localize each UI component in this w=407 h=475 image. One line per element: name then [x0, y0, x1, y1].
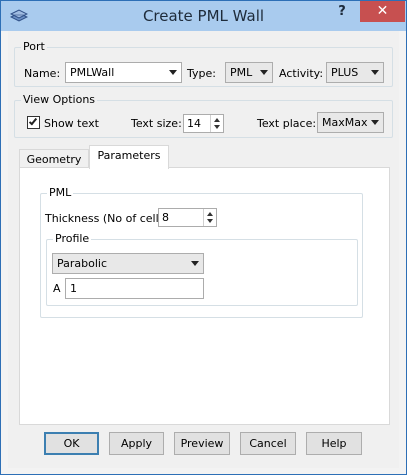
a-input[interactable]: 1: [65, 278, 204, 299]
activity-label: Activity:: [279, 67, 324, 80]
spin-up-icon[interactable]: [207, 212, 213, 216]
type-label: Type:: [187, 67, 216, 80]
preview-button[interactable]: Preview: [174, 432, 230, 455]
chevron-down-icon: [371, 120, 379, 125]
text-place-value: MaxMax: [322, 116, 368, 129]
pml-group-title: PML: [47, 186, 74, 199]
thickness-label: Thickness (No of cells): [45, 212, 169, 225]
a-label: A: [53, 282, 61, 295]
spin-up-icon[interactable]: [214, 118, 220, 122]
activity-value: PLUS: [331, 66, 359, 79]
text-size-spinbox[interactable]: 14: [183, 114, 224, 133]
spin-buttons[interactable]: [203, 209, 216, 226]
show-text-label[interactable]: Show text: [44, 117, 99, 130]
ok-button[interactable]: OK: [44, 432, 99, 455]
tab-parameters-label: Parameters: [97, 149, 161, 162]
profile-group: Profile Parabolic A 1: [46, 232, 358, 306]
text-place-label: Text place:: [257, 117, 317, 130]
context-help-button[interactable]: ?: [329, 1, 355, 23]
cancel-button[interactable]: Cancel: [240, 432, 296, 455]
dialog-window: Create PML Wall ? ✕ Port Name: PMLWall T…: [0, 0, 407, 475]
parameters-tab-pane: PML Thickness (No of cells) 8 Profile Pa…: [19, 167, 390, 425]
spin-down-icon[interactable]: [214, 125, 220, 129]
apply-button[interactable]: Apply: [109, 432, 164, 455]
chevron-down-icon: [169, 70, 177, 75]
checkmark-icon: [28, 116, 38, 126]
tab-geometry-label: Geometry: [26, 153, 82, 166]
name-combobox[interactable]: PMLWall: [65, 62, 182, 83]
spin-down-icon[interactable]: [207, 219, 213, 223]
thickness-value: 8: [162, 211, 169, 224]
help-button[interactable]: Help: [306, 432, 362, 455]
profile-combobox[interactable]: Parabolic: [52, 253, 204, 274]
port-group-title: Port: [21, 40, 47, 53]
port-group: Port Name: PMLWall Type: PML Activity: P…: [14, 40, 393, 87]
pml-group: PML Thickness (No of cells) 8 Profile Pa…: [40, 186, 363, 318]
profile-value: Parabolic: [57, 257, 108, 270]
profile-group-title: Profile: [53, 232, 92, 245]
activity-combobox[interactable]: PLUS: [326, 62, 384, 83]
title-bar[interactable]: Create PML Wall ? ✕: [1, 1, 406, 31]
tab-parameters[interactable]: Parameters: [89, 145, 169, 169]
a-value: 1: [70, 282, 77, 295]
type-value: PML: [230, 66, 253, 79]
name-label: Name:: [24, 67, 61, 80]
text-size-value: 14: [187, 117, 201, 130]
chevron-down-icon: [191, 261, 199, 266]
text-place-combobox[interactable]: MaxMax: [317, 112, 384, 133]
text-size-label: Text size:: [131, 117, 182, 130]
name-value: PMLWall: [70, 66, 115, 79]
spin-buttons[interactable]: [210, 115, 223, 132]
chevron-down-icon: [260, 70, 268, 75]
view-options-group: View Options Show text Text size: 14 Tex…: [14, 93, 393, 138]
chevron-down-icon: [371, 70, 379, 75]
type-combobox[interactable]: PML: [225, 62, 273, 83]
view-options-title: View Options: [21, 93, 98, 106]
thickness-spinbox[interactable]: 8: [158, 208, 217, 227]
show-text-checkbox[interactable]: [27, 116, 40, 129]
close-button[interactable]: ✕: [360, 1, 405, 22]
dialog-body: Port Name: PMLWall Type: PML Activity: P…: [8, 31, 399, 468]
